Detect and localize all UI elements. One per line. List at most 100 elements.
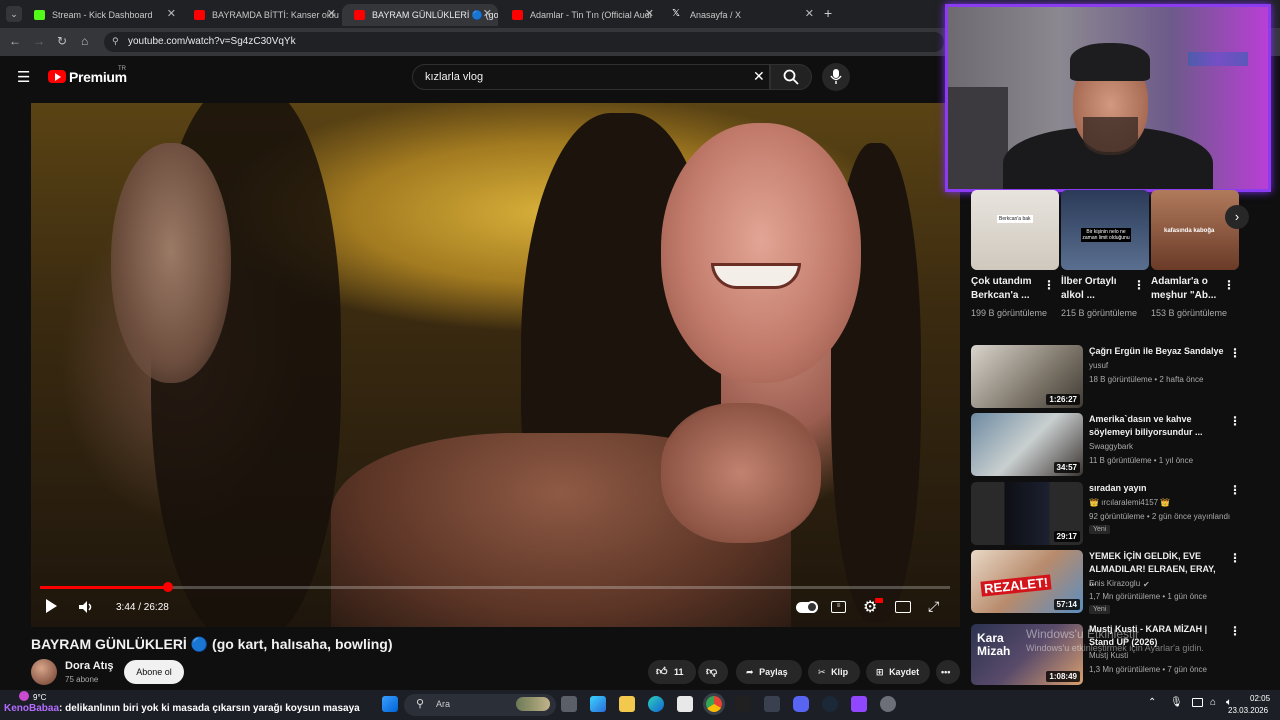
address-bar[interactable]: ⚲ youtube.com/watch?v=Sg4zC30VqYk (104, 32, 944, 52)
search-button[interactable] (770, 64, 812, 90)
microphone-icon (830, 69, 842, 84)
menu-icon[interactable]: ☰ (17, 68, 30, 86)
short-title[interactable]: Çok utandım Berkcan'a ... (971, 275, 1041, 303)
tab-x-home[interactable]: 𝕏 Anasayfa / X ✕ (660, 4, 820, 26)
recommendation-thumbnail[interactable]: REZALET! 57:14 (971, 550, 1083, 613)
save-label: Kaydet (889, 667, 920, 677)
dislike-button[interactable]: 👎︎ (698, 660, 728, 684)
more-vertical-icon[interactable]: ⋮ (1043, 278, 1055, 292)
save-button[interactable]: ⊞ Kaydet (866, 660, 930, 684)
more-horizontal-icon: ••• (941, 667, 951, 677)
weather-icon[interactable] (19, 691, 29, 701)
edge-icon[interactable] (648, 696, 664, 712)
short-caption: Bir kişinin nelo ne zaman limit olduğunu (1081, 228, 1131, 242)
tab-list-chevron-icon[interactable]: ⌄ (6, 6, 22, 22)
recommendation-thumbnail[interactable]: 1:26:27 (971, 345, 1083, 408)
clock-time[interactable]: 02:05 (1250, 694, 1270, 703)
settings-app-icon[interactable] (764, 696, 780, 712)
ticker-text: : delikanlının biri yok ki masada çıkars… (59, 703, 360, 714)
taskbar-search[interactable]: ⚲ Ara (404, 694, 556, 716)
tab-bayram-gunlukleri[interactable]: BAYRAM GÜNLÜKLERİ 🔵 (go k ✕ (342, 4, 498, 26)
twitch-app-icon[interactable] (851, 696, 867, 712)
subscribe-button[interactable]: Abone ol (124, 660, 184, 684)
video-frame-face-right (661, 123, 861, 383)
recommendation-thumbnail[interactable]: 29:17 (971, 482, 1083, 545)
windows-start-icon[interactable] (382, 696, 398, 712)
recommendation-thumbnail[interactable]: 34:57 (971, 413, 1083, 476)
more-actions-button[interactable]: ••• (936, 660, 960, 684)
tab-bayramda-bitti[interactable]: BAYRAMDA BİTTİ: Kanser oldu ✕ (182, 4, 342, 26)
shorts-next-button[interactable]: › (1225, 205, 1249, 229)
app-icon[interactable] (880, 696, 896, 712)
short-title[interactable]: Adamlar'a o meşhur "Ab... (1151, 275, 1221, 303)
fullscreen-icon[interactable]: ⤢ (928, 598, 939, 615)
video-progress-bar[interactable] (40, 582, 950, 592)
more-vertical-icon[interactable]: ⋮ (1133, 278, 1145, 292)
store-icon[interactable] (677, 696, 693, 712)
subtitles-icon[interactable]: ≡ (831, 601, 846, 613)
more-vertical-icon[interactable]: ⋮ (1229, 346, 1241, 360)
video-player[interactable] (31, 103, 960, 627)
task-view-icon[interactable] (561, 696, 577, 712)
volume-icon[interactable] (78, 600, 94, 614)
close-icon[interactable]: ✕ (805, 7, 814, 20)
like-count: 11 (674, 667, 684, 677)
voice-search-button[interactable] (822, 63, 850, 91)
display-tray-icon[interactable] (1192, 698, 1203, 707)
close-icon[interactable]: ✕ (483, 7, 492, 20)
close-icon[interactable]: ✕ (645, 7, 654, 20)
more-vertical-icon[interactable]: ⋮ (1229, 624, 1241, 638)
search-input[interactable]: kızlarla vlog ✕ (412, 64, 770, 90)
back-icon[interactable]: ← (9, 34, 21, 48)
channel-avatar[interactable] (31, 659, 57, 685)
clip-button[interactable]: ✂ Klip (808, 660, 860, 684)
recommendation-channel[interactable]: 👑 ırcılaralemi4157 👑 (1089, 498, 1170, 507)
tab-adamlar[interactable]: Adamlar - Tin Tın (Official Audi ✕ (500, 4, 660, 26)
channel-name[interactable]: Dora Atış (65, 660, 114, 672)
short-title[interactable]: İlber Ortaylı alkol ... (1061, 275, 1131, 303)
recommendation-channel[interactable]: Swaggybark (1089, 442, 1133, 451)
file-explorer-icon[interactable] (619, 696, 635, 712)
play-icon[interactable] (46, 599, 57, 613)
obs-icon[interactable] (735, 696, 751, 712)
tab-kick-dashboard[interactable]: Stream - Kick Dashboard ✕ (22, 4, 182, 26)
more-vertical-icon[interactable]: ⋮ (1229, 551, 1241, 565)
site-info-icon[interactable]: ⚲ (112, 36, 119, 47)
reload-icon[interactable]: ↻ (57, 34, 67, 48)
widgets-icon[interactable] (590, 696, 606, 712)
discord-icon[interactable] (793, 696, 809, 712)
theater-mode-icon[interactable] (895, 601, 911, 613)
new-tab-button[interactable]: + (824, 5, 832, 21)
clock-date[interactable]: 23.03.2026 (1228, 706, 1268, 715)
video-duration: 57:14 (1053, 599, 1080, 610)
taskbar-search-placeholder: Ara (436, 699, 451, 709)
microphone-tray-icon[interactable]: 🎙︎ (1170, 697, 1183, 708)
more-vertical-icon[interactable]: ⋮ (1223, 278, 1235, 292)
more-vertical-icon[interactable]: ⋮ (1229, 414, 1241, 428)
recommendation-channel[interactable]: Enis Kirazoglu (1089, 579, 1140, 588)
recommendation-channel[interactable]: yusuf (1089, 361, 1108, 370)
recommendation-title[interactable]: Amerika`dasın ve kahve söylemeyi biliyor… (1089, 413, 1224, 439)
recommendation-title[interactable]: sıradan yayın (1089, 482, 1224, 495)
short-thumbnail-3[interactable]: kafasında kaboğa (1151, 190, 1239, 270)
short-thumbnail-1[interactable]: Berkcan'a bak (971, 190, 1059, 270)
home-icon[interactable]: ⌂ (81, 34, 88, 48)
more-vertical-icon[interactable]: ⋮ (1229, 483, 1241, 497)
share-button[interactable]: ➦ Paylaş (736, 660, 802, 684)
recommendation-title[interactable]: Çağrı Ergün ile Beyaz Sandalye (1089, 345, 1224, 358)
weather-temperature[interactable]: 9°C (33, 693, 46, 702)
show-hidden-icons[interactable]: ⌃ (1148, 697, 1156, 708)
chat-ticker: KenoBabaa: delikanlının biri yok ki masa… (4, 703, 360, 714)
steam-icon[interactable] (822, 696, 838, 712)
network-icon[interactable]: ⌂ (1210, 697, 1216, 708)
chrome-icon[interactable] (706, 696, 722, 712)
short-thumbnail-2[interactable]: Bir kişinin nelo ne zaman limit olduğunu (1061, 190, 1149, 270)
clear-search-icon[interactable]: ✕ (753, 68, 765, 85)
close-icon[interactable]: ✕ (167, 7, 176, 20)
search-icon (783, 69, 799, 85)
close-icon[interactable]: ✕ (327, 7, 336, 20)
windows-activation-title: Windows'u Etkinleştir (1026, 627, 1139, 641)
like-button[interactable]: 👍︎ 11 (648, 660, 696, 684)
forward-icon[interactable]: → (33, 34, 45, 48)
recommendation-meta: 18 B görüntüleme • 2 hafta önce (1089, 375, 1204, 384)
